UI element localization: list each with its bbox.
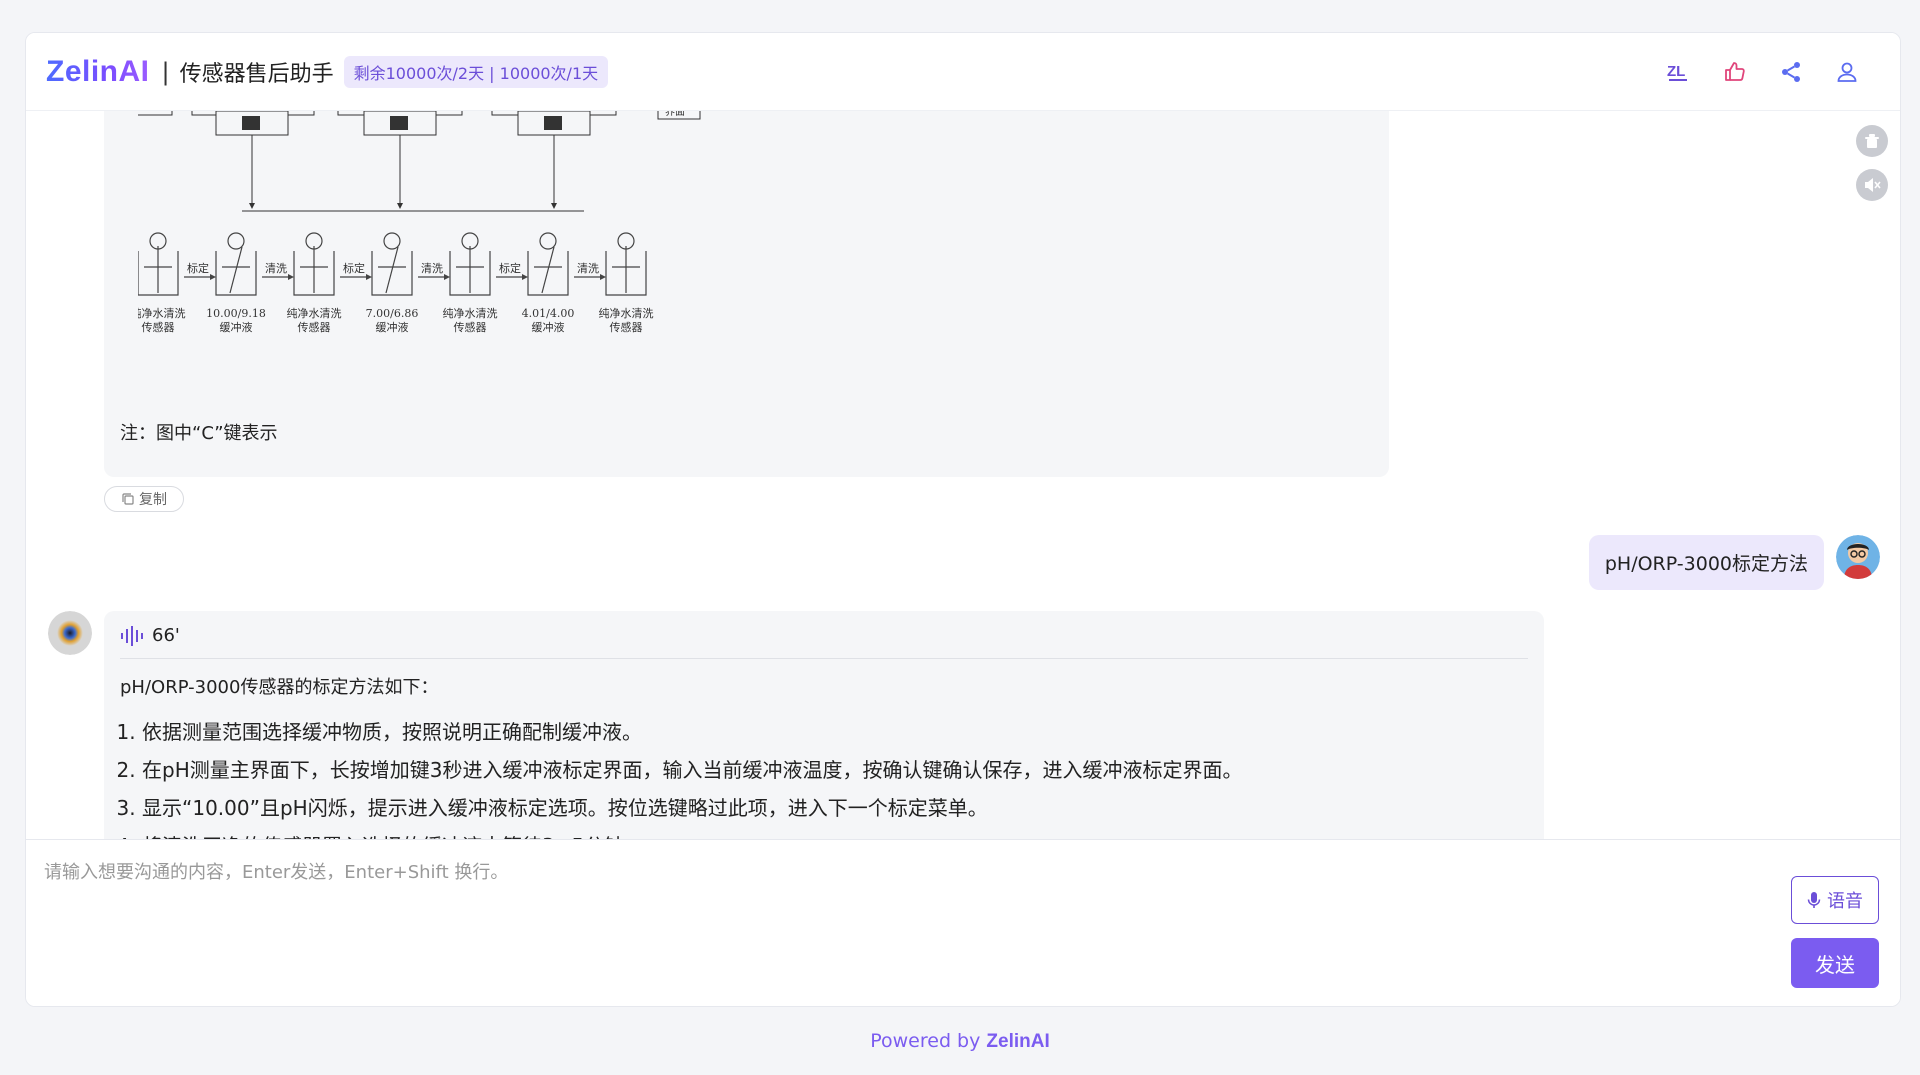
answer-step: 在pH测量主界面下，长按增加键3秒进入缓冲液标定界面，输入当前缓冲液温度，按确认… bbox=[142, 751, 1528, 789]
send-button[interactable]: 发送 bbox=[1791, 938, 1879, 988]
arrow-label: 标定 bbox=[187, 261, 209, 275]
step-label: 缓冲液 bbox=[376, 320, 409, 334]
quota-badge: 剩余10000次/2天 | 10000次/1天 bbox=[343, 55, 609, 88]
arrow-label: 清洗 bbox=[265, 262, 287, 275]
answer-step: 显示“10.00”且pH闪烁，提示进入缓冲液标定选项。按位选键略过此项，进入下一… bbox=[142, 789, 1528, 827]
copy-icon bbox=[122, 493, 134, 505]
step-label: 传感器 bbox=[298, 321, 331, 334]
arrow-label: 清洗 bbox=[421, 262, 443, 275]
chat-scroll-area[interactable]: 界面 标定 清洗 标定 清洗 标定 清洗 净水清洗 传感器 10.00/9.18… bbox=[26, 111, 1900, 839]
title-separator: | bbox=[161, 57, 170, 86]
bot-message-answer: 66' pH/ORP-3000传感器的标定方法如下： 依据测量范围选择缓冲物质，… bbox=[104, 611, 1544, 839]
step-label: 传感器 bbox=[610, 321, 643, 334]
answer-step: 依据测量范围选择缓冲物质，按照说明正确配制缓冲液。 bbox=[142, 713, 1528, 751]
microphone-icon bbox=[1807, 892, 1821, 908]
step-label: 纯净水清洗 bbox=[599, 306, 654, 320]
bot-message-diagram: 界面 标定 清洗 标定 清洗 标定 清洗 净水清洗 传感器 10.00/9.18… bbox=[104, 111, 1389, 477]
voice-wave-icon[interactable] bbox=[120, 625, 144, 646]
step-label: 纯净水清洗 bbox=[287, 306, 342, 320]
app-logo[interactable]: ZelinAI bbox=[46, 55, 150, 89]
answer-step: 将清洗干净的传感器置入选择的缓冲液中等待3~5分钟 bbox=[142, 827, 1528, 839]
bot-avatar bbox=[48, 611, 92, 655]
copy-button[interactable]: 复制 bbox=[104, 486, 184, 512]
side-tools bbox=[1856, 125, 1888, 201]
powered-by-text: Powered by bbox=[870, 1030, 981, 1052]
user-message-row: pH/ORP-3000标定方法 bbox=[1588, 535, 1880, 590]
step-label: 4.01/4.00 bbox=[522, 307, 575, 320]
step-label: 传感器 bbox=[454, 321, 487, 334]
audio-duration: 66' bbox=[152, 625, 180, 646]
arrow-label: 标定 bbox=[343, 261, 365, 275]
interface-label: 界面 bbox=[665, 111, 685, 118]
header-actions: ZL bbox=[1664, 57, 1862, 87]
step-label: 传感器 bbox=[142, 321, 175, 334]
arrow-label: 标定 bbox=[499, 261, 521, 275]
arrow-label: 清洗 bbox=[577, 262, 599, 275]
share-icon[interactable] bbox=[1776, 57, 1806, 87]
step-label: 缓冲液 bbox=[220, 320, 253, 334]
mute-icon[interactable] bbox=[1856, 169, 1888, 201]
user-avatar bbox=[1836, 535, 1880, 579]
user-message: pH/ORP-3000标定方法 bbox=[1588, 535, 1824, 590]
step-label: 纯净水清洗 bbox=[138, 306, 186, 320]
step-label: 缓冲液 bbox=[532, 320, 565, 334]
svg-text:ZL: ZL bbox=[1667, 63, 1685, 80]
voice-button[interactable]: 语音 bbox=[1791, 876, 1879, 924]
app-header: ZelinAI | 传感器售后助手 剩余10000次/2天 | 10000次/1… bbox=[26, 33, 1900, 111]
calibration-diagram: 界面 标定 清洗 标定 清洗 标定 清洗 净水清洗 传感器 10.00/9.18… bbox=[138, 111, 701, 334]
assistant-name: 传感器售后助手 bbox=[179, 61, 334, 87]
chat-window: ZelinAI | 传感器售后助手 剩余10000次/2天 | 10000次/1… bbox=[25, 32, 1901, 1007]
step-label: 纯净水清洗 bbox=[443, 306, 498, 320]
audio-player[interactable]: 66' bbox=[120, 625, 1528, 659]
user-icon[interactable] bbox=[1832, 57, 1862, 87]
footer-brand[interactable]: ZelinAI bbox=[986, 1031, 1049, 1052]
zl-icon[interactable]: ZL bbox=[1664, 57, 1694, 87]
copy-label: 复制 bbox=[139, 492, 167, 508]
step-label: 10.00/9.18 bbox=[206, 307, 266, 320]
diagram-note: 注：图中“C”键表示 bbox=[120, 423, 278, 444]
answer-steps: 依据测量范围选择缓冲物质，按照说明正确配制缓冲液。 在pH测量主界面下，长按增加… bbox=[120, 713, 1528, 839]
answer-intro: pH/ORP-3000传感器的标定方法如下： bbox=[120, 677, 439, 698]
clear-history-icon[interactable] bbox=[1856, 125, 1888, 157]
input-area: 语音 发送 bbox=[26, 839, 1900, 1006]
voice-label: 语音 bbox=[1827, 891, 1863, 911]
thumbs-up-icon[interactable] bbox=[1720, 57, 1750, 87]
step-label: 7.00/6.86 bbox=[366, 307, 419, 320]
footer: Powered by ZelinAI bbox=[0, 1030, 1920, 1053]
message-input[interactable] bbox=[44, 858, 1544, 998]
